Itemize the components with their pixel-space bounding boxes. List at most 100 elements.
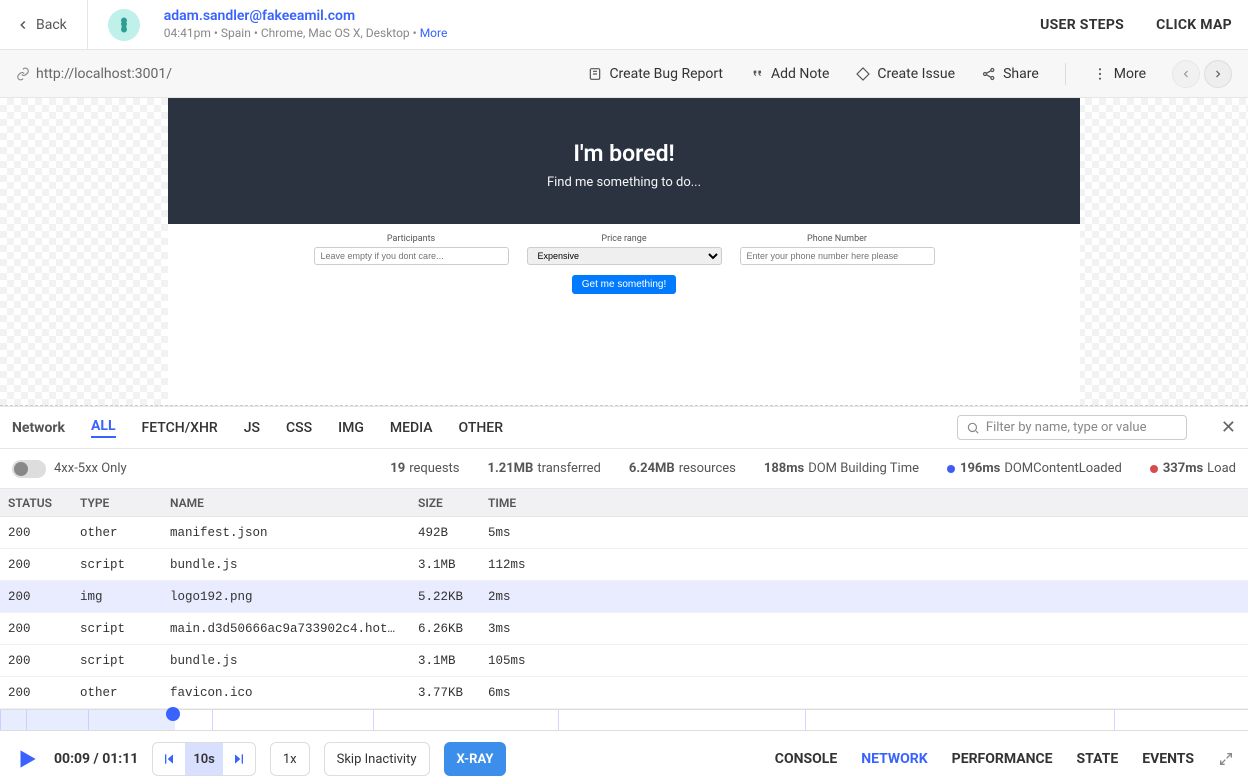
- more-button[interactable]: More: [1092, 66, 1146, 82]
- user-email[interactable]: adam.sandler@fakeeamil.com: [164, 8, 448, 26]
- summary-load: 337msLoad: [1150, 461, 1236, 476]
- tab-js[interactable]: JS: [244, 420, 260, 436]
- session-meta-text: 04:41pm • Spain • Chrome, Mac OS X, Desk…: [164, 26, 420, 40]
- summary-dcl: 196msDOMContentLoaded: [947, 461, 1122, 476]
- error-only-toggle[interactable]: [12, 460, 46, 478]
- network-tabs: Network ALL FETCH/XHR JS CSS IMG MEDIA O…: [0, 407, 1248, 449]
- bug-icon: [587, 66, 603, 82]
- col-time[interactable]: TIME: [480, 496, 558, 510]
- next-session-button[interactable]: [1204, 60, 1232, 88]
- play-button[interactable]: [14, 746, 40, 772]
- field-label: Price range: [601, 234, 646, 244]
- filter-placeholder: Filter by name, type or value: [986, 420, 1147, 435]
- cell-time: 5ms: [480, 526, 558, 540]
- hero-title: I'm bored!: [168, 140, 1080, 167]
- cell-status: 200: [0, 654, 72, 668]
- table-row[interactable]: 200scriptbundle.js3.1MB105ms: [0, 645, 1248, 677]
- cell-status: 200: [0, 526, 72, 540]
- speed-button[interactable]: 1x: [270, 742, 310, 776]
- network-panel: Network ALL FETCH/XHR JS CSS IMG MEDIA O…: [0, 406, 1248, 709]
- cell-name: manifest.json: [162, 526, 410, 540]
- recorded-page: I'm bored! Find me something to do... Pa…: [168, 98, 1080, 405]
- tab-user-steps[interactable]: USER STEPS: [1040, 17, 1124, 33]
- cell-name: main.d3d50666ac9a733902c4.hot-upd: [162, 622, 410, 636]
- cell-time: 105ms: [480, 654, 558, 668]
- table-row[interactable]: 200scriptbundle.js3.1MB112ms: [0, 549, 1248, 581]
- table-row[interactable]: 200otherfavicon.ico3.77KB6ms: [0, 677, 1248, 709]
- session-info: adam.sandler@fakeeamil.com 04:41pm • Spa…: [164, 8, 448, 41]
- hero: I'm bored! Find me something to do...: [168, 98, 1080, 224]
- share-button[interactable]: Share: [981, 66, 1039, 82]
- cell-size: 5.22KB: [410, 590, 480, 604]
- expand-button[interactable]: [1218, 751, 1234, 767]
- cell-type: script: [72, 558, 162, 572]
- chevron-left-icon: [1180, 68, 1192, 80]
- divider: [87, 0, 88, 49]
- participants-input[interactable]: [314, 247, 509, 265]
- participants-field: Participants: [314, 234, 509, 265]
- tab-fetch-xhr[interactable]: FETCH/XHR: [142, 420, 218, 436]
- skip-back-button[interactable]: [153, 743, 185, 775]
- skip-step-label[interactable]: 10s: [185, 743, 223, 775]
- tab-state[interactable]: STATE: [1077, 751, 1119, 767]
- cell-time: 6ms: [480, 686, 558, 700]
- tab-img[interactable]: IMG: [338, 420, 364, 436]
- cell-status: 200: [0, 558, 72, 572]
- cell-size: 6.26KB: [410, 622, 480, 636]
- tab-all[interactable]: ALL: [91, 418, 116, 438]
- back-button[interactable]: Back: [16, 17, 67, 33]
- timeline[interactable]: [0, 709, 1248, 731]
- action-label: Create Issue: [877, 66, 955, 82]
- create-bug-report-button[interactable]: Create Bug Report: [587, 66, 723, 82]
- col-status[interactable]: STATUS: [0, 496, 72, 510]
- prev-session-button[interactable]: [1172, 60, 1200, 88]
- session-meta: 04:41pm • Spain • Chrome, Mac OS X, Desk…: [164, 26, 448, 41]
- network-summary: 4xx-5xx Only 19requests 1.21MBtransferre…: [0, 449, 1248, 489]
- skip-inactivity-button[interactable]: Skip Inactivity: [324, 742, 430, 776]
- tab-network[interactable]: NETWORK: [861, 751, 927, 767]
- price-field: Price range Expensive: [527, 234, 722, 265]
- xray-button[interactable]: X-RAY: [444, 742, 507, 776]
- phone-field: Phone Number: [740, 234, 935, 265]
- create-issue-button[interactable]: Create Issue: [855, 66, 955, 82]
- skip-group: 10s: [152, 742, 256, 776]
- phone-input[interactable]: [740, 247, 935, 265]
- cell-size: 3.1MB: [410, 558, 480, 572]
- close-panel-button[interactable]: ✕: [1221, 417, 1236, 438]
- add-note-button[interactable]: Add Note: [749, 66, 829, 82]
- top-right-tabs: USER STEPS CLICK MAP: [1040, 17, 1232, 33]
- tab-events[interactable]: EVENTS: [1142, 751, 1194, 767]
- seahorse-icon: [115, 16, 133, 34]
- expand-icon: [1218, 751, 1234, 767]
- tab-other[interactable]: OTHER: [459, 420, 504, 436]
- tab-css[interactable]: CSS: [286, 420, 312, 436]
- col-size[interactable]: SIZE: [410, 496, 480, 510]
- cell-status: 200: [0, 686, 72, 700]
- tab-performance[interactable]: PERFORMANCE: [952, 751, 1053, 767]
- table-row[interactable]: 200othermanifest.json492B5ms: [0, 517, 1248, 549]
- price-select[interactable]: Expensive: [527, 247, 722, 265]
- table-row[interactable]: 200scriptmain.d3d50666ac9a733902c4.hot-u…: [0, 613, 1248, 645]
- action-bar: Create Bug Report Add Note Create Issue …: [587, 60, 1232, 88]
- avatar[interactable]: [108, 9, 140, 41]
- table-row[interactable]: 200imglogo192.png5.22KB2ms: [0, 581, 1248, 613]
- playback-viewport: I'm bored! Find me something to do... Pa…: [0, 98, 1248, 406]
- url-display[interactable]: http://localhost:3001/: [16, 66, 172, 82]
- quote-icon: [749, 66, 765, 82]
- filter-input[interactable]: Filter by name, type or value: [957, 415, 1187, 440]
- action-label: Create Bug Report: [609, 66, 723, 82]
- col-type[interactable]: TYPE: [72, 496, 162, 510]
- form-row: Participants Price range Expensive Phone…: [168, 224, 1080, 271]
- playhead[interactable]: [166, 707, 180, 721]
- cell-size: 3.1MB: [410, 654, 480, 668]
- action-label: Add Note: [771, 66, 829, 82]
- col-name[interactable]: NAME: [162, 496, 410, 510]
- tab-media[interactable]: MEDIA: [390, 420, 433, 436]
- session-more-link[interactable]: More: [420, 26, 448, 40]
- session-nav: [1172, 60, 1232, 88]
- url-bar: http://localhost:3001/ Create Bug Report…: [0, 50, 1248, 98]
- tab-console[interactable]: CONSOLE: [775, 751, 837, 767]
- tab-click-map[interactable]: CLICK MAP: [1156, 17, 1232, 33]
- more-vertical-icon: [1092, 66, 1108, 82]
- skip-forward-button[interactable]: [223, 743, 255, 775]
